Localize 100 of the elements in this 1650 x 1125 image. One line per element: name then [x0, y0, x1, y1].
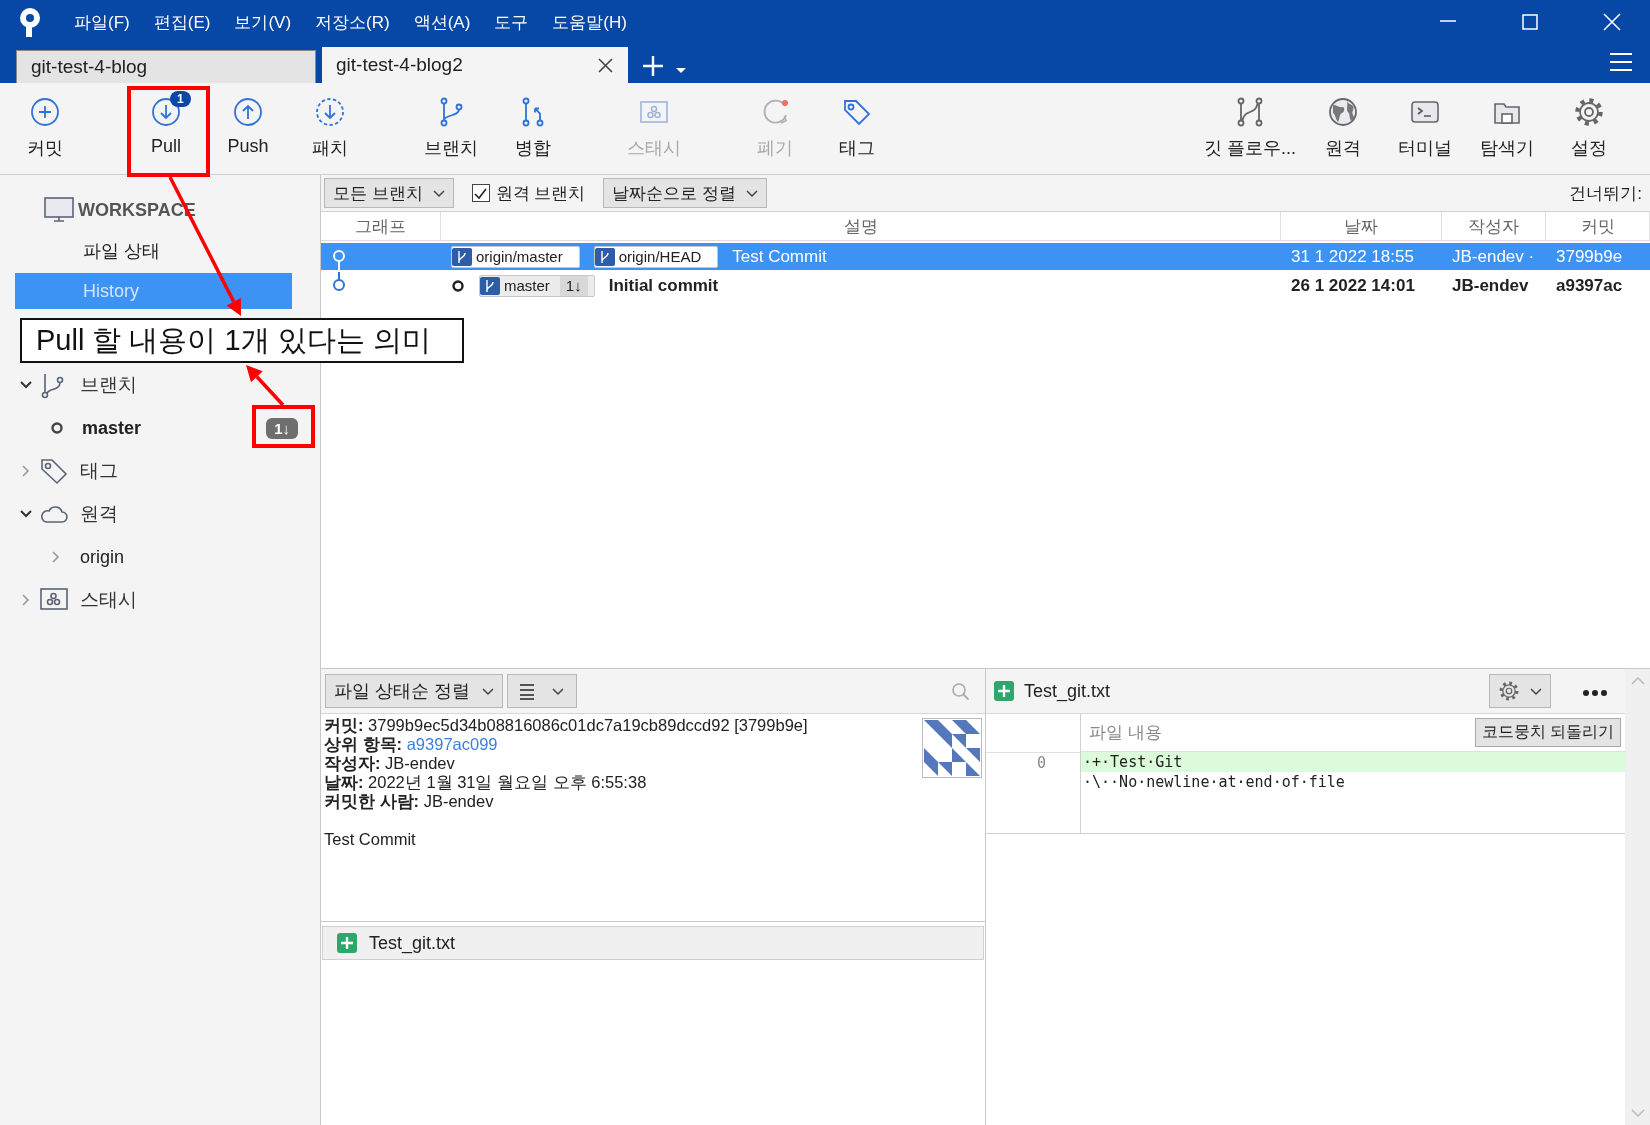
sort-dropdown[interactable]: 파일 상태순 정렬: [325, 674, 503, 708]
menu-item[interactable]: 편집(E): [153, 10, 211, 34]
chevron-down-icon[interactable]: [20, 508, 32, 520]
checkbox[interactable]: 원격 브랜치: [471, 181, 586, 205]
date-cell-text: 31 1 2022 18:55: [1290, 246, 1415, 267]
branch-icon: [594, 247, 615, 266]
commit-hash: 3799b9e: [1555, 246, 1624, 267]
chevron-down-icon: [482, 686, 494, 696]
chevron-down-icon: [1530, 686, 1542, 696]
view-dropdown[interactable]: [507, 674, 577, 708]
chevron-down-icon[interactable]: [20, 379, 32, 391]
maximize-icon[interactable]: [1520, 12, 1540, 32]
branch-icon: [452, 247, 472, 266]
plus-square-icon: [994, 681, 1014, 701]
menu-icon[interactable]: [1610, 52, 1632, 72]
column-header: 날짜: [1281, 212, 1442, 240]
commit-message: Test Commit: [324, 830, 417, 849]
toolbar-button[interactable]: 깃 플로우...: [1198, 83, 1302, 174]
plus-icon[interactable]: [642, 55, 664, 77]
more-icon: [1583, 689, 1607, 696]
tree-item[interactable]: 원격: [0, 495, 320, 533]
toolbar-button[interactable]: 병합: [492, 83, 574, 174]
detail-line: 작성자: JB-endev: [324, 754, 456, 773]
commit-row[interactable]: master 1↓ Initial commit 26 1 2022 14:01 JB-endev a9397ac: [321, 272, 1650, 299]
menu-item[interactable]: 액션(A): [413, 10, 471, 34]
settings-dropdown[interactable]: [1489, 674, 1551, 708]
menu-item[interactable]: 도구: [494, 10, 529, 34]
highlight-frame: [252, 405, 315, 448]
jump-label: 건너뛰기:: [1569, 182, 1642, 205]
column-header: 작성자: [1442, 212, 1546, 240]
tree-item[interactable]: 브랜치: [0, 366, 320, 404]
chevron-down-icon: [432, 188, 445, 198]
close-icon[interactable]: [597, 56, 614, 74]
branch-label: master 1↓: [479, 274, 595, 297]
count-badge: 1: [170, 91, 191, 107]
chevron-right-icon[interactable]: [20, 465, 32, 477]
globe-icon: [1327, 96, 1359, 128]
commit-hash: a9397ac: [1555, 275, 1624, 296]
sort-dropdown[interactable]: 날짜순으로 정렬: [603, 178, 768, 208]
branch-filter-dropdown[interactable]: 모든 브랜치: [324, 178, 454, 208]
revert-hunk-button[interactable]: 코드뭉치 되돌리기: [1474, 718, 1621, 747]
settings-icon: [1498, 680, 1520, 702]
author-cell-text: JB-endev: [1451, 275, 1530, 296]
menu-item[interactable]: 저장소(R): [315, 10, 390, 34]
toolbar-button[interactable]: Pull 1: [125, 83, 207, 174]
toolbar-button[interactable]: 원격: [1302, 83, 1384, 174]
settings-icon: [1573, 96, 1605, 128]
detail-line: 커밋: 3799b9ec5d34b08816086c01dc7a19cb89dccd92 [3799b9e]: [324, 716, 809, 735]
monitor-icon: [44, 197, 74, 223]
code-line: ·\··No·newline·at·end·of·file: [1082, 772, 1346, 792]
plus-circle-icon: [29, 96, 61, 128]
toolbar-button[interactable]: 커밋: [4, 83, 86, 174]
branch-label: origin/master: [451, 245, 580, 268]
list-icon: [520, 682, 534, 700]
tab[interactable]: git-test-4-blog2: [322, 47, 628, 83]
file-name: Test_git.txt: [1024, 680, 1111, 702]
plus-square-icon: [337, 933, 357, 953]
chevron-right-icon[interactable]: [50, 551, 62, 563]
parent-link[interactable]: a9397ac099: [406, 735, 498, 753]
hunk-header: 파일 내용: [1089, 722, 1162, 744]
caret-icon[interactable]: [676, 68, 686, 73]
commit-row[interactable]: origin/master origin/HEAD Test Commit 31 1 2022 18:55 JB-endev · 3799b9e: [321, 243, 1650, 270]
chevron-down-icon: [746, 188, 759, 198]
menu-item[interactable]: 보기(V): [234, 10, 292, 34]
date-cell-text: 26 1 2022 14:01: [1290, 275, 1416, 296]
arrow-down-circle-icon: [150, 96, 182, 128]
commit-message: Initial commit: [608, 275, 719, 296]
tree-item[interactable]: master 1↓: [0, 409, 320, 447]
toolbar-button[interactable]: 터미널: [1384, 83, 1466, 174]
detail-line: 상위 항목: a9397ac099: [324, 735, 499, 754]
file-item[interactable]: Test_git.txt: [322, 926, 984, 960]
toolbar-button[interactable]: 태그: [816, 83, 898, 174]
menu-item[interactable]: 파일(F): [74, 10, 130, 34]
count-badge: 1↓: [266, 417, 298, 439]
chevron-right-icon[interactable]: [20, 594, 32, 606]
sidebar-item[interactable]: 파일 상태: [15, 233, 292, 269]
toolbar-button[interactable]: Push: [207, 83, 289, 174]
commit-message: Test Commit: [732, 246, 827, 267]
column-header: 커밋: [1546, 212, 1650, 240]
toolbar-button[interactable]: 탐색기: [1466, 83, 1548, 174]
toolbar-button[interactable]: 설정: [1548, 83, 1630, 174]
toolbar-button[interactable]: 패치: [289, 83, 371, 174]
avatar-icon: [922, 718, 982, 778]
detail-line: 커밋한 사람: JB-endev: [324, 792, 495, 811]
checkbox-box[interactable]: [471, 184, 490, 202]
chevron-down-icon: [1630, 1109, 1645, 1117]
branch-icon: [480, 276, 500, 295]
tree-item[interactable]: 스태시: [0, 581, 320, 619]
arrow-up-circle-icon: [232, 96, 264, 128]
toolbar-button[interactable]: 브랜치: [410, 83, 492, 174]
column-header: 그래프: [321, 212, 441, 240]
tree-item[interactable]: origin: [0, 538, 320, 576]
menu-item[interactable]: 도움말(H): [552, 10, 627, 34]
annotation-arrow: [246, 365, 285, 407]
detail-line: 날짜: 2022년 1월 31일 월요일 오후 6:55:38: [324, 773, 648, 792]
column-header: 설명: [441, 212, 1281, 240]
tree-item[interactable]: 태그: [0, 452, 320, 490]
line-number: 0: [1036, 754, 1046, 772]
tab[interactable]: git-test-4-blog: [16, 50, 316, 83]
check-icon: [473, 186, 489, 200]
